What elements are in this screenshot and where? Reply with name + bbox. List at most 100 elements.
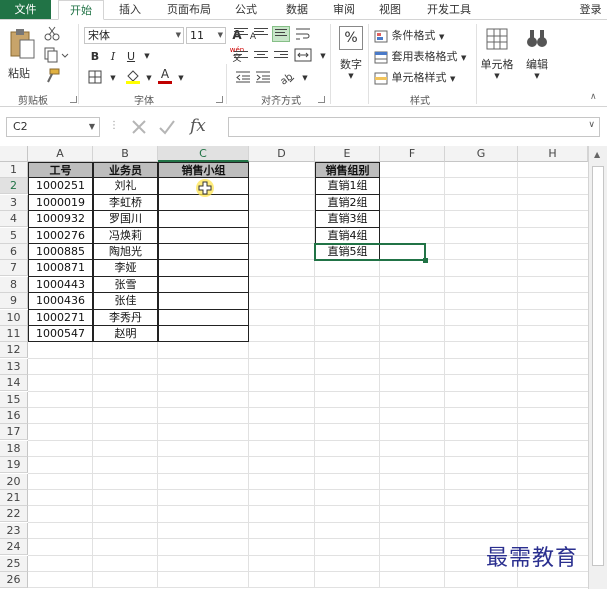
table-cell[interactable]: [158, 276, 249, 294]
align-middle-icon[interactable]: [254, 28, 268, 40]
row-header-17[interactable]: 17: [0, 424, 28, 441]
column-header-h[interactable]: H: [518, 146, 588, 162]
table-cell[interactable]: 李虹桥: [93, 194, 158, 212]
table-cell[interactable]: 1000271: [28, 309, 93, 326]
name-box[interactable]: C2 ▼: [6, 117, 100, 137]
tab-view[interactable]: 视图: [372, 0, 408, 20]
row-header-3[interactable]: 3: [0, 194, 28, 211]
tab-formulas[interactable]: 公式: [228, 0, 264, 20]
row-header-25[interactable]: 25: [0, 555, 28, 572]
table-cell[interactable]: [158, 326, 249, 343]
column-header-b[interactable]: B: [93, 146, 158, 162]
decrease-indent-icon[interactable]: [234, 70, 252, 87]
align-top-icon[interactable]: [234, 28, 248, 40]
groups-cell[interactable]: 直销1组: [315, 178, 380, 195]
table-cell[interactable]: 冯焕莉: [93, 227, 158, 244]
enter-check-icon[interactable]: [158, 119, 176, 135]
number-format-button[interactable]: % 数字 ▼: [336, 26, 366, 82]
tab-home[interactable]: 开始: [58, 0, 104, 20]
table-header-cell[interactable]: 销售小组: [158, 162, 249, 179]
table-cell[interactable]: 张佳: [93, 293, 158, 310]
row-header-12[interactable]: 12: [0, 342, 28, 359]
tab-developer[interactable]: 开发工具: [418, 0, 480, 20]
scrollbar-thumb[interactable]: [592, 166, 604, 566]
worksheet-grid[interactable]: A B C D E F G H 1 2 3 4 5 6 7 8 9 10 11 12 13 14 15 16 17 18 19 20 2…: [0, 146, 607, 589]
row-header-16[interactable]: 16: [0, 408, 28, 424]
clipboard-launcher-icon[interactable]: [70, 96, 77, 103]
conditional-format-button[interactable]: 条件格式 ▼: [374, 27, 470, 43]
tab-page-layout[interactable]: 页面布局: [160, 0, 218, 20]
table-cell[interactable]: [158, 244, 249, 261]
tab-file[interactable]: 文件: [0, 0, 51, 20]
row-header-21[interactable]: 21: [0, 490, 28, 506]
row-header-2[interactable]: 2: [0, 178, 28, 195]
orientation-icon[interactable]: ab: [278, 69, 296, 87]
table-cell[interactable]: 刘礼: [93, 178, 158, 195]
groups-cell[interactable]: 直销2组: [315, 194, 380, 212]
font-launcher-icon[interactable]: [216, 96, 223, 103]
row-header-18[interactable]: 18: [0, 440, 28, 457]
align-bottom-icon[interactable]: [272, 26, 290, 42]
row-header-6[interactable]: 6: [0, 244, 28, 260]
table-cell[interactable]: 李秀丹: [93, 309, 158, 326]
column-header-c[interactable]: C: [158, 146, 249, 162]
groups-cell[interactable]: 直销4组: [315, 227, 380, 244]
scroll-up-icon[interactable]: ▲: [594, 150, 600, 159]
table-cell[interactable]: 1000871: [28, 260, 93, 277]
table-cell[interactable]: 1000885: [28, 244, 93, 261]
align-right-icon[interactable]: [274, 51, 288, 63]
table-cell[interactable]: [158, 211, 249, 228]
chevron-down-icon[interactable]: ▼: [104, 70, 122, 87]
table-cell[interactable]: [158, 227, 249, 244]
table-cell[interactable]: 1000932: [28, 211, 93, 228]
row-header-23[interactable]: 23: [0, 522, 28, 539]
align-center-icon[interactable]: [254, 51, 268, 63]
editing-button[interactable]: 编辑 ▼: [520, 26, 554, 82]
chevron-down-icon[interactable]: ▼: [138, 48, 156, 65]
column-header-a[interactable]: A: [28, 146, 93, 162]
tab-review[interactable]: 审阅: [326, 0, 362, 20]
row-header-26[interactable]: 26: [0, 572, 28, 588]
column-header-d[interactable]: D: [249, 146, 315, 162]
italic-button[interactable]: I: [104, 48, 122, 65]
table-cell[interactable]: 1000019: [28, 194, 93, 212]
paste-button[interactable]: 粘贴: [8, 28, 38, 88]
table-header-cell[interactable]: 业务员: [93, 162, 158, 179]
row-header-9[interactable]: 9: [0, 293, 28, 310]
table-cell[interactable]: 罗国川: [93, 211, 158, 228]
format-as-table-button[interactable]: 套用表格格式 ▼: [374, 48, 474, 64]
table-cell[interactable]: 1000547: [28, 326, 93, 343]
increase-indent-icon[interactable]: [254, 70, 272, 87]
cut-button[interactable]: [44, 25, 62, 41]
fill-handle[interactable]: [423, 258, 428, 264]
row-header-10[interactable]: 10: [0, 309, 28, 326]
select-all-corner[interactable]: [0, 146, 28, 162]
groups-header-cell[interactable]: 销售组别: [315, 162, 380, 179]
chevron-down-icon[interactable]: ▼: [172, 70, 190, 87]
copy-button[interactable]: [44, 47, 72, 63]
table-cell[interactable]: 1000436: [28, 293, 93, 310]
tab-insert[interactable]: 插入: [110, 0, 150, 20]
table-cell[interactable]: 陶旭光: [93, 244, 158, 261]
chevron-down-icon[interactable]: ▼: [296, 70, 314, 87]
row-header-22[interactable]: 22: [0, 506, 28, 523]
cell-styles-button[interactable]: 单元格样式 ▼: [374, 69, 470, 85]
row-header-8[interactable]: 8: [0, 276, 28, 293]
format-painter-button[interactable]: [44, 68, 62, 84]
wrap-text-icon[interactable]: [294, 27, 312, 44]
row-header-7[interactable]: 7: [0, 260, 28, 277]
table-cell[interactable]: [158, 260, 249, 277]
row-header-15[interactable]: 15: [0, 391, 28, 408]
table-cell[interactable]: 赵明: [93, 326, 158, 343]
alignment-launcher-icon[interactable]: [318, 96, 325, 103]
table-cell[interactable]: 1000276: [28, 227, 93, 244]
row-header-4[interactable]: 4: [0, 211, 28, 228]
login-link[interactable]: 登录: [574, 0, 607, 20]
column-header-e[interactable]: E: [315, 146, 380, 162]
insert-function-button[interactable]: fx: [190, 116, 206, 136]
table-cell[interactable]: [158, 293, 249, 310]
table-cell[interactable]: [158, 309, 249, 326]
row-header-19[interactable]: 19: [0, 457, 28, 474]
cancel-icon[interactable]: [130, 119, 148, 135]
merge-center-icon[interactable]: [294, 48, 312, 65]
